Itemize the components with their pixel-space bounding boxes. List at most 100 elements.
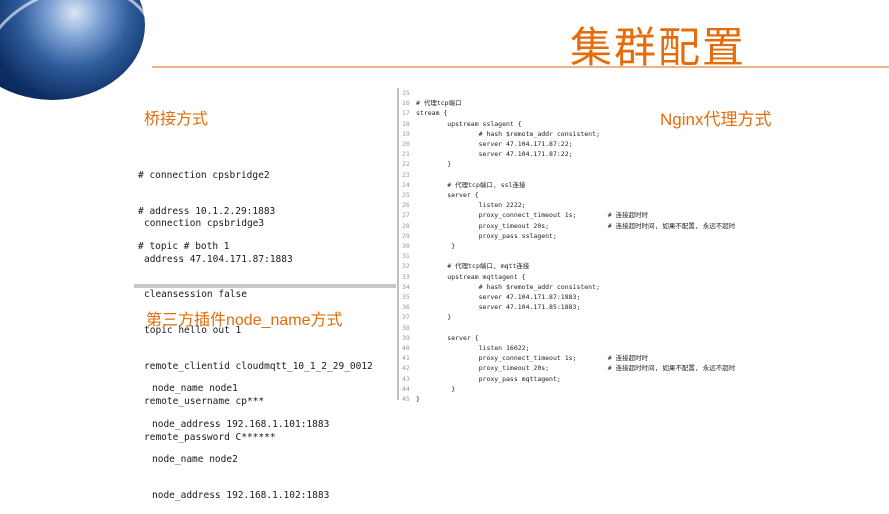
- nginx-code-line: 20 server 47.104.171.87:22;: [402, 139, 735, 149]
- line-text: server 47.104.171.87:22;: [416, 150, 573, 159]
- nginx-code-line: 39 server {: [402, 333, 735, 343]
- line-text: server {: [416, 191, 479, 200]
- title-underline: [152, 66, 889, 68]
- line-number: 33: [402, 272, 410, 281]
- nginx-code-line: 15: [402, 88, 735, 98]
- line-number: 30: [402, 242, 410, 251]
- line-number: 29: [402, 231, 410, 240]
- line-number: 20: [402, 140, 410, 149]
- line-number: 24: [402, 180, 410, 189]
- line-number: 28: [402, 221, 410, 230]
- line-text: # hash $remote_addr consistent;: [416, 129, 600, 138]
- nginx-code-line: 38: [402, 323, 735, 333]
- nginx-code-line: 16 # 代理tcp端口: [402, 98, 735, 108]
- nginx-config-block: 15 16 # 代理tcp端口 17 stream {18 upstream sslag…: [402, 88, 735, 404]
- code-line: connection cpsbridge3: [144, 217, 265, 229]
- line-text: }: [416, 160, 452, 169]
- line-number: 37: [402, 313, 410, 322]
- line-number: 35: [402, 293, 410, 302]
- line-number: 22: [402, 160, 410, 169]
- nginx-code-line: 31: [402, 251, 735, 261]
- line-text: proxy_timeout 20s; # 连接超时时间, 如果不配置, 永远不超…: [416, 221, 736, 230]
- code-line: node_address 192.168.1.101:1883: [152, 418, 330, 430]
- line-text: # 代理tcp端口, mqtt连接: [416, 262, 530, 271]
- nginx-code-line: 25 server {: [402, 190, 735, 200]
- line-number: 15: [402, 89, 410, 97]
- nginx-code-line: 21 server 47.104.171.87:22;: [402, 149, 735, 159]
- nginx-code-line: 42 proxy_timeout 20s; # 连接超时时间, 如果不配置, 永…: [402, 363, 735, 373]
- line-number: 45: [402, 395, 410, 404]
- line-number: 25: [402, 191, 410, 200]
- code-line: node_name node1: [152, 382, 238, 394]
- line-number: 19: [402, 129, 410, 138]
- line-text: server 47.104.171.85:1883;: [416, 303, 581, 312]
- code-line: # connection cpsbridge2: [138, 169, 270, 181]
- line-number: 31: [402, 252, 410, 261]
- line-text: upstream mqttagent {: [416, 272, 526, 281]
- nginx-code-line: 28 proxy_timeout 20s; # 连接超时时间, 如果不配置, 永…: [402, 221, 735, 231]
- section-divider: [134, 284, 396, 288]
- line-text: stream {: [416, 109, 448, 118]
- nginx-code-line: 29 proxy_pass sslagent;: [402, 231, 735, 241]
- line-number: 34: [402, 282, 410, 291]
- nginx-code-line: 40 listen 16022;: [402, 343, 735, 353]
- line-text: # hash $remote_addr consistent;: [416, 282, 600, 291]
- plugin-config-block: node_name node1 node_address 192.168.1.1…: [152, 359, 329, 514]
- line-text: }: [416, 242, 456, 251]
- nginx-code-line: 27 proxy_connect_timeout 1s; # 连接超时时: [402, 210, 735, 220]
- nginx-code-line: 30 }: [402, 241, 735, 251]
- nginx-code-line: 18 upstream sslagent {: [402, 119, 735, 129]
- code-line: cleansession false: [144, 289, 247, 301]
- nginx-code-line: 43 proxy_pass mqttagent;: [402, 374, 735, 384]
- nginx-code-line: 45}: [402, 394, 735, 404]
- code-line: node_address 192.168.1.102:1883: [152, 489, 330, 501]
- line-number: 23: [402, 170, 410, 179]
- nginx-code-line: 23: [402, 170, 735, 180]
- nginx-code-line: 22 }: [402, 159, 735, 169]
- line-text: server 47.104.171.87:22;: [416, 140, 573, 149]
- line-text: }: [416, 384, 456, 393]
- line-text: proxy_pass sslagent;: [416, 231, 557, 240]
- nginx-code-line: 37 }: [402, 312, 735, 322]
- line-text: listen 2222;: [416, 201, 526, 210]
- line-text: proxy_pass mqttagent;: [416, 374, 561, 383]
- line-text: # 代理tcp端口, ssl连接: [416, 180, 526, 189]
- line-number: 42: [402, 364, 410, 373]
- nginx-code-line: 44 }: [402, 384, 735, 394]
- nginx-code-line: 35 server 47.104.171.87:1883;: [402, 292, 735, 302]
- line-number: 43: [402, 374, 410, 383]
- line-text: proxy_connect_timeout 1s; # 连接超时时: [416, 211, 649, 220]
- column-divider: [397, 88, 399, 400]
- nginx-code-line: 17 stream {: [402, 108, 735, 118]
- line-text: }: [416, 313, 452, 322]
- line-number: 32: [402, 262, 410, 271]
- line-text: upstream sslagent {: [416, 119, 522, 128]
- line-number: 36: [402, 303, 410, 312]
- nginx-code-line: 26 listen 2222;: [402, 200, 735, 210]
- code-line: topic hello out 1: [144, 324, 242, 336]
- line-text: server {: [416, 333, 479, 342]
- line-text: # 代理tcp端口: [416, 99, 462, 108]
- nginx-code-line: 24 # 代理tcp端口, ssl连接: [402, 180, 735, 190]
- bridge-label: 桥接方式: [144, 111, 209, 128]
- line-number: 17: [402, 109, 410, 118]
- line-number: 18: [402, 119, 410, 128]
- line-number: 16: [402, 99, 410, 108]
- line-number: 41: [402, 354, 410, 363]
- line-number: 38: [402, 323, 410, 332]
- line-number: 44: [402, 384, 410, 393]
- nginx-code-line: 34 # hash $remote_addr consistent;: [402, 282, 735, 292]
- line-text: server 47.104.171.87:1883;: [416, 293, 581, 302]
- line-number: 26: [402, 201, 410, 210]
- code-line: address 47.104.171.87:1883: [144, 253, 293, 265]
- line-number: 39: [402, 333, 410, 342]
- nginx-code-line: 19 # hash $remote_addr consistent;: [402, 129, 735, 139]
- nginx-code-line: 33 upstream mqttagent {: [402, 272, 735, 282]
- line-text: listen 16022;: [416, 344, 530, 353]
- code-line: node_name node2: [152, 454, 238, 466]
- line-number: 21: [402, 150, 410, 159]
- nginx-code-line: 36 server 47.104.171.85:1883;: [402, 302, 735, 312]
- line-number: 27: [402, 211, 410, 220]
- nginx-code-line: 32 # 代理tcp端口, mqtt连接: [402, 261, 735, 271]
- line-text: }: [416, 395, 420, 404]
